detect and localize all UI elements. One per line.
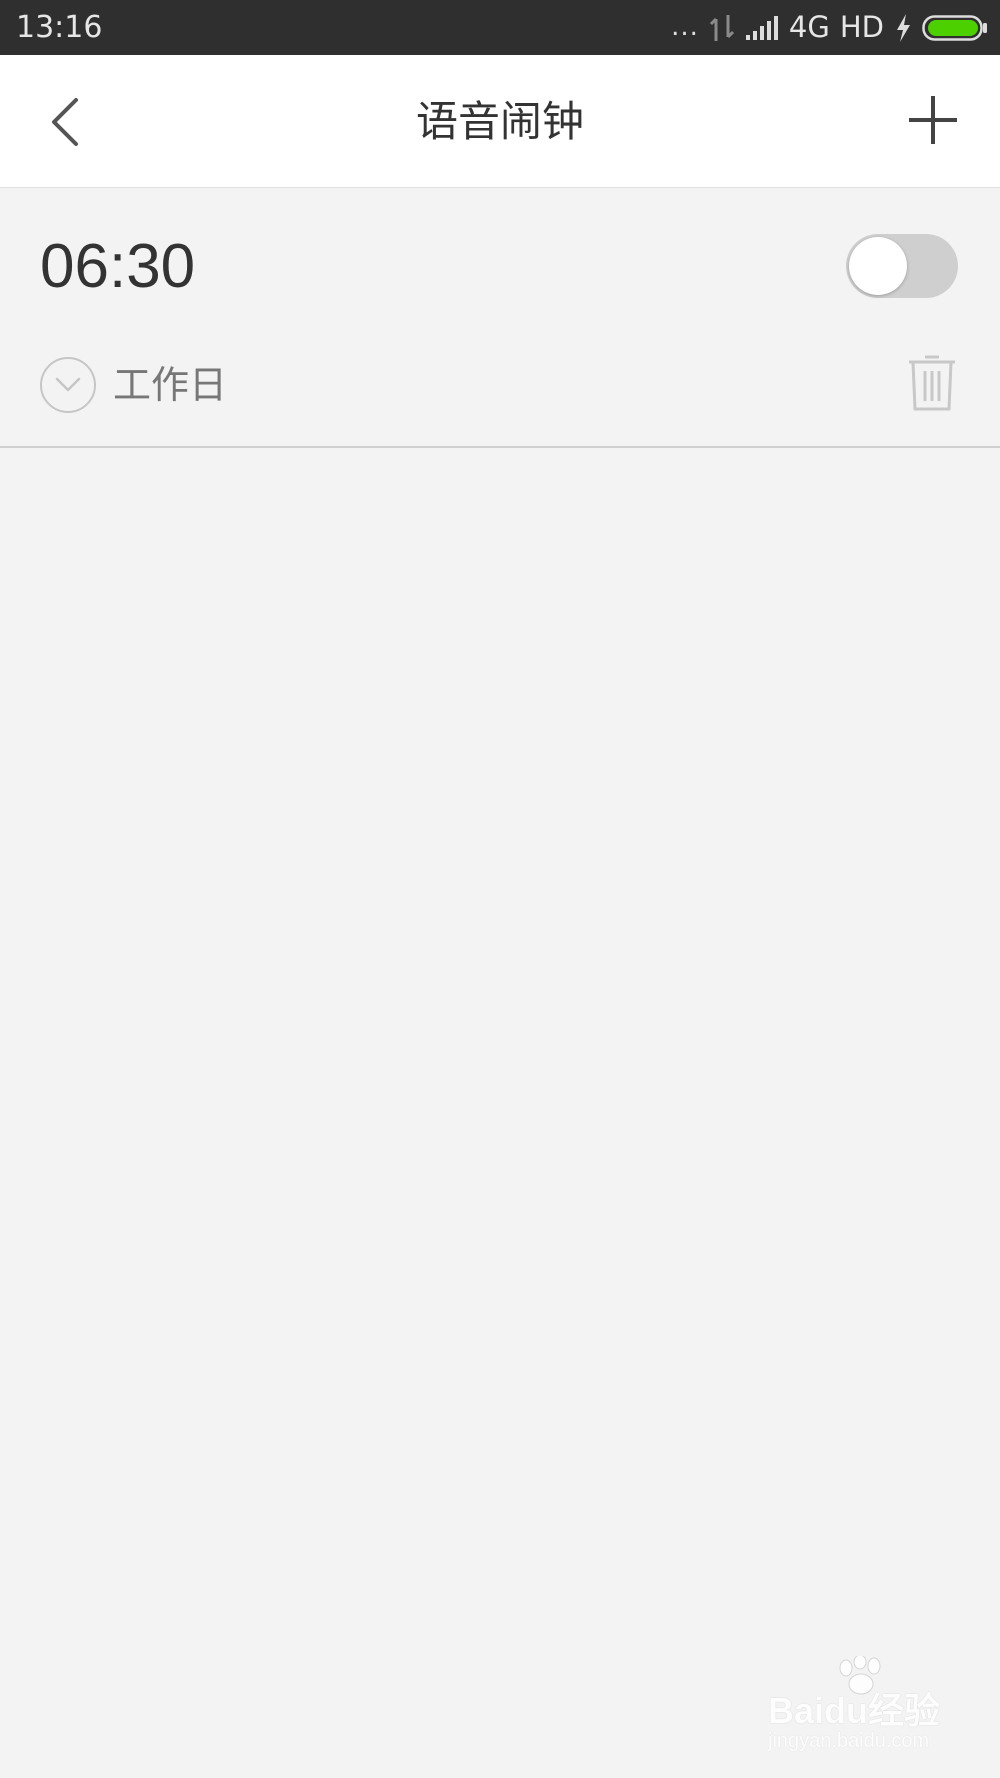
data-transfer-icon xyxy=(709,14,734,41)
expand-button[interactable] xyxy=(40,357,96,413)
charging-icon xyxy=(897,13,910,42)
network-type: 4G xyxy=(788,10,830,44)
chevron-down-icon xyxy=(55,377,81,392)
signal-icon xyxy=(745,15,778,40)
plus-icon xyxy=(909,96,957,144)
add-alarm-button[interactable] xyxy=(905,92,961,148)
toggle-knob xyxy=(849,237,907,295)
status-time: 13:16 xyxy=(16,10,103,45)
chevron-left-icon xyxy=(52,98,78,146)
alarm-time: 06:30 xyxy=(40,232,196,301)
hd-indicator: HD xyxy=(839,10,884,44)
trash-icon xyxy=(909,355,955,411)
page-title: 语音闹钟 xyxy=(415,97,584,146)
back-button[interactable] xyxy=(40,92,90,152)
watermark-sub: jingyan.baidu.com xyxy=(768,1730,930,1752)
baidu-watermark: Baidu经验 jingyan.baidu.com xyxy=(768,1656,968,1756)
repeat-row[interactable]: 工作日 xyxy=(40,355,227,415)
alarm-toggle[interactable] xyxy=(846,234,958,298)
alarm-item[interactable]: 06:30 工作日 xyxy=(0,189,1000,448)
delete-button[interactable] xyxy=(906,351,958,413)
status-bar: 13:16 ... 4G HD xyxy=(0,0,1000,55)
repeat-label: 工作日 xyxy=(113,363,228,407)
app-header: 语音闹钟 xyxy=(0,55,1000,188)
battery-icon xyxy=(922,14,987,41)
notification-dots: ... xyxy=(671,12,699,42)
status-icons: ... 4G HD xyxy=(671,0,988,55)
watermark-main: Baidu经验 xyxy=(768,1690,941,1731)
